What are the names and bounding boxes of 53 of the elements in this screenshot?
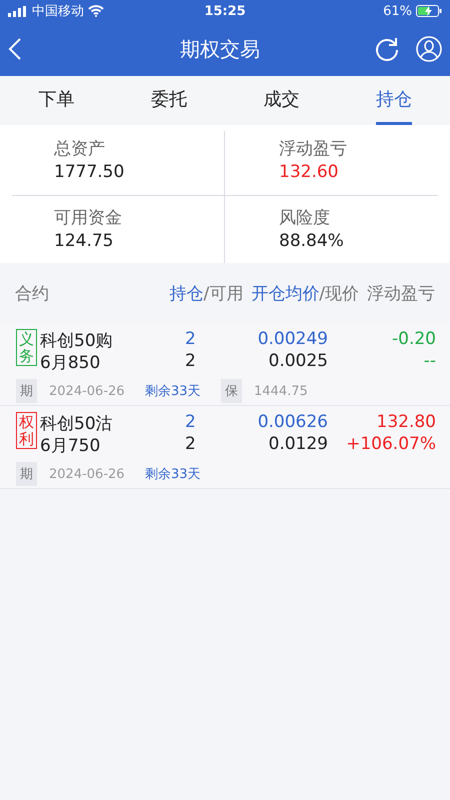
summary-label: 总资产: [54, 138, 106, 160]
summary-label: 浮动盈亏: [279, 138, 348, 160]
option-type-tag: 义务: [16, 329, 37, 366]
battery-percent: 61%: [383, 4, 412, 18]
sort-link[interactable]: 持仓: [170, 284, 204, 304]
contract-strike: 6月850: [40, 352, 102, 373]
contract-strike: 6月750: [40, 435, 102, 456]
carrier-name: 中国移动: [32, 3, 84, 20]
contract-name: 科创50沽: [40, 413, 114, 434]
current-price: 0.0025: [268, 351, 328, 373]
available-quantity: 2: [185, 351, 197, 373]
page-title: 期权交易: [179, 36, 261, 62]
pnl-ratio: +106.07%: [345, 434, 436, 456]
summary-label: 风险度: [279, 207, 331, 229]
column-header: 浮动盈亏: [367, 282, 435, 304]
margin-label: 保: [221, 379, 242, 403]
summary-value: 88.84%: [279, 231, 345, 251]
floating-pnl: -0.20: [391, 329, 436, 351]
expiry-date: 2024-06-26: [49, 384, 126, 398]
expiry-label: 期: [16, 379, 37, 403]
held-quantity: 2: [185, 329, 197, 351]
summary-value: 1777.50: [54, 162, 126, 182]
signal-icon: [8, 6, 28, 16]
current-price: 0.0129: [268, 434, 328, 456]
contract-name: 科创50购: [40, 330, 114, 351]
column-header: /现价: [319, 284, 359, 304]
summary-value: 132.60: [279, 162, 340, 182]
tab[interactable]: 委托: [112, 76, 225, 125]
sort-link[interactable]: 开仓均价: [251, 284, 320, 304]
pnl-ratio: --: [422, 351, 436, 373]
column-header: 合约: [15, 282, 50, 304]
floating-pnl: 132.80: [376, 412, 436, 434]
option-type-tag: 权利: [16, 412, 37, 449]
user-icon[interactable]: [416, 36, 442, 62]
wifi-icon: [88, 5, 104, 17]
summary-value: 124.75: [54, 231, 114, 251]
refresh-icon[interactable]: [374, 36, 400, 62]
held-quantity: 2: [185, 412, 197, 434]
expiry-date: 2024-06-26: [49, 466, 126, 482]
tab[interactable]: 下单: [0, 76, 112, 125]
expiry-label: 期: [16, 462, 37, 486]
average-price: 0.00249: [256, 329, 328, 351]
days-remaining: 剩余33天: [145, 466, 202, 483]
average-price: 0.00626: [256, 412, 328, 434]
available-quantity: 2: [185, 434, 197, 456]
tab[interactable]: 成交: [225, 76, 338, 125]
days-remaining: 剩余33天: [145, 383, 202, 400]
battery-charging-icon: [416, 5, 442, 17]
margin-value: 1444.75: [254, 384, 308, 398]
column-header: /可用: [204, 284, 244, 304]
back-icon[interactable]: [8, 38, 22, 60]
summary-label: 可用资金: [54, 207, 123, 229]
status-time: 15:25: [204, 4, 246, 18]
